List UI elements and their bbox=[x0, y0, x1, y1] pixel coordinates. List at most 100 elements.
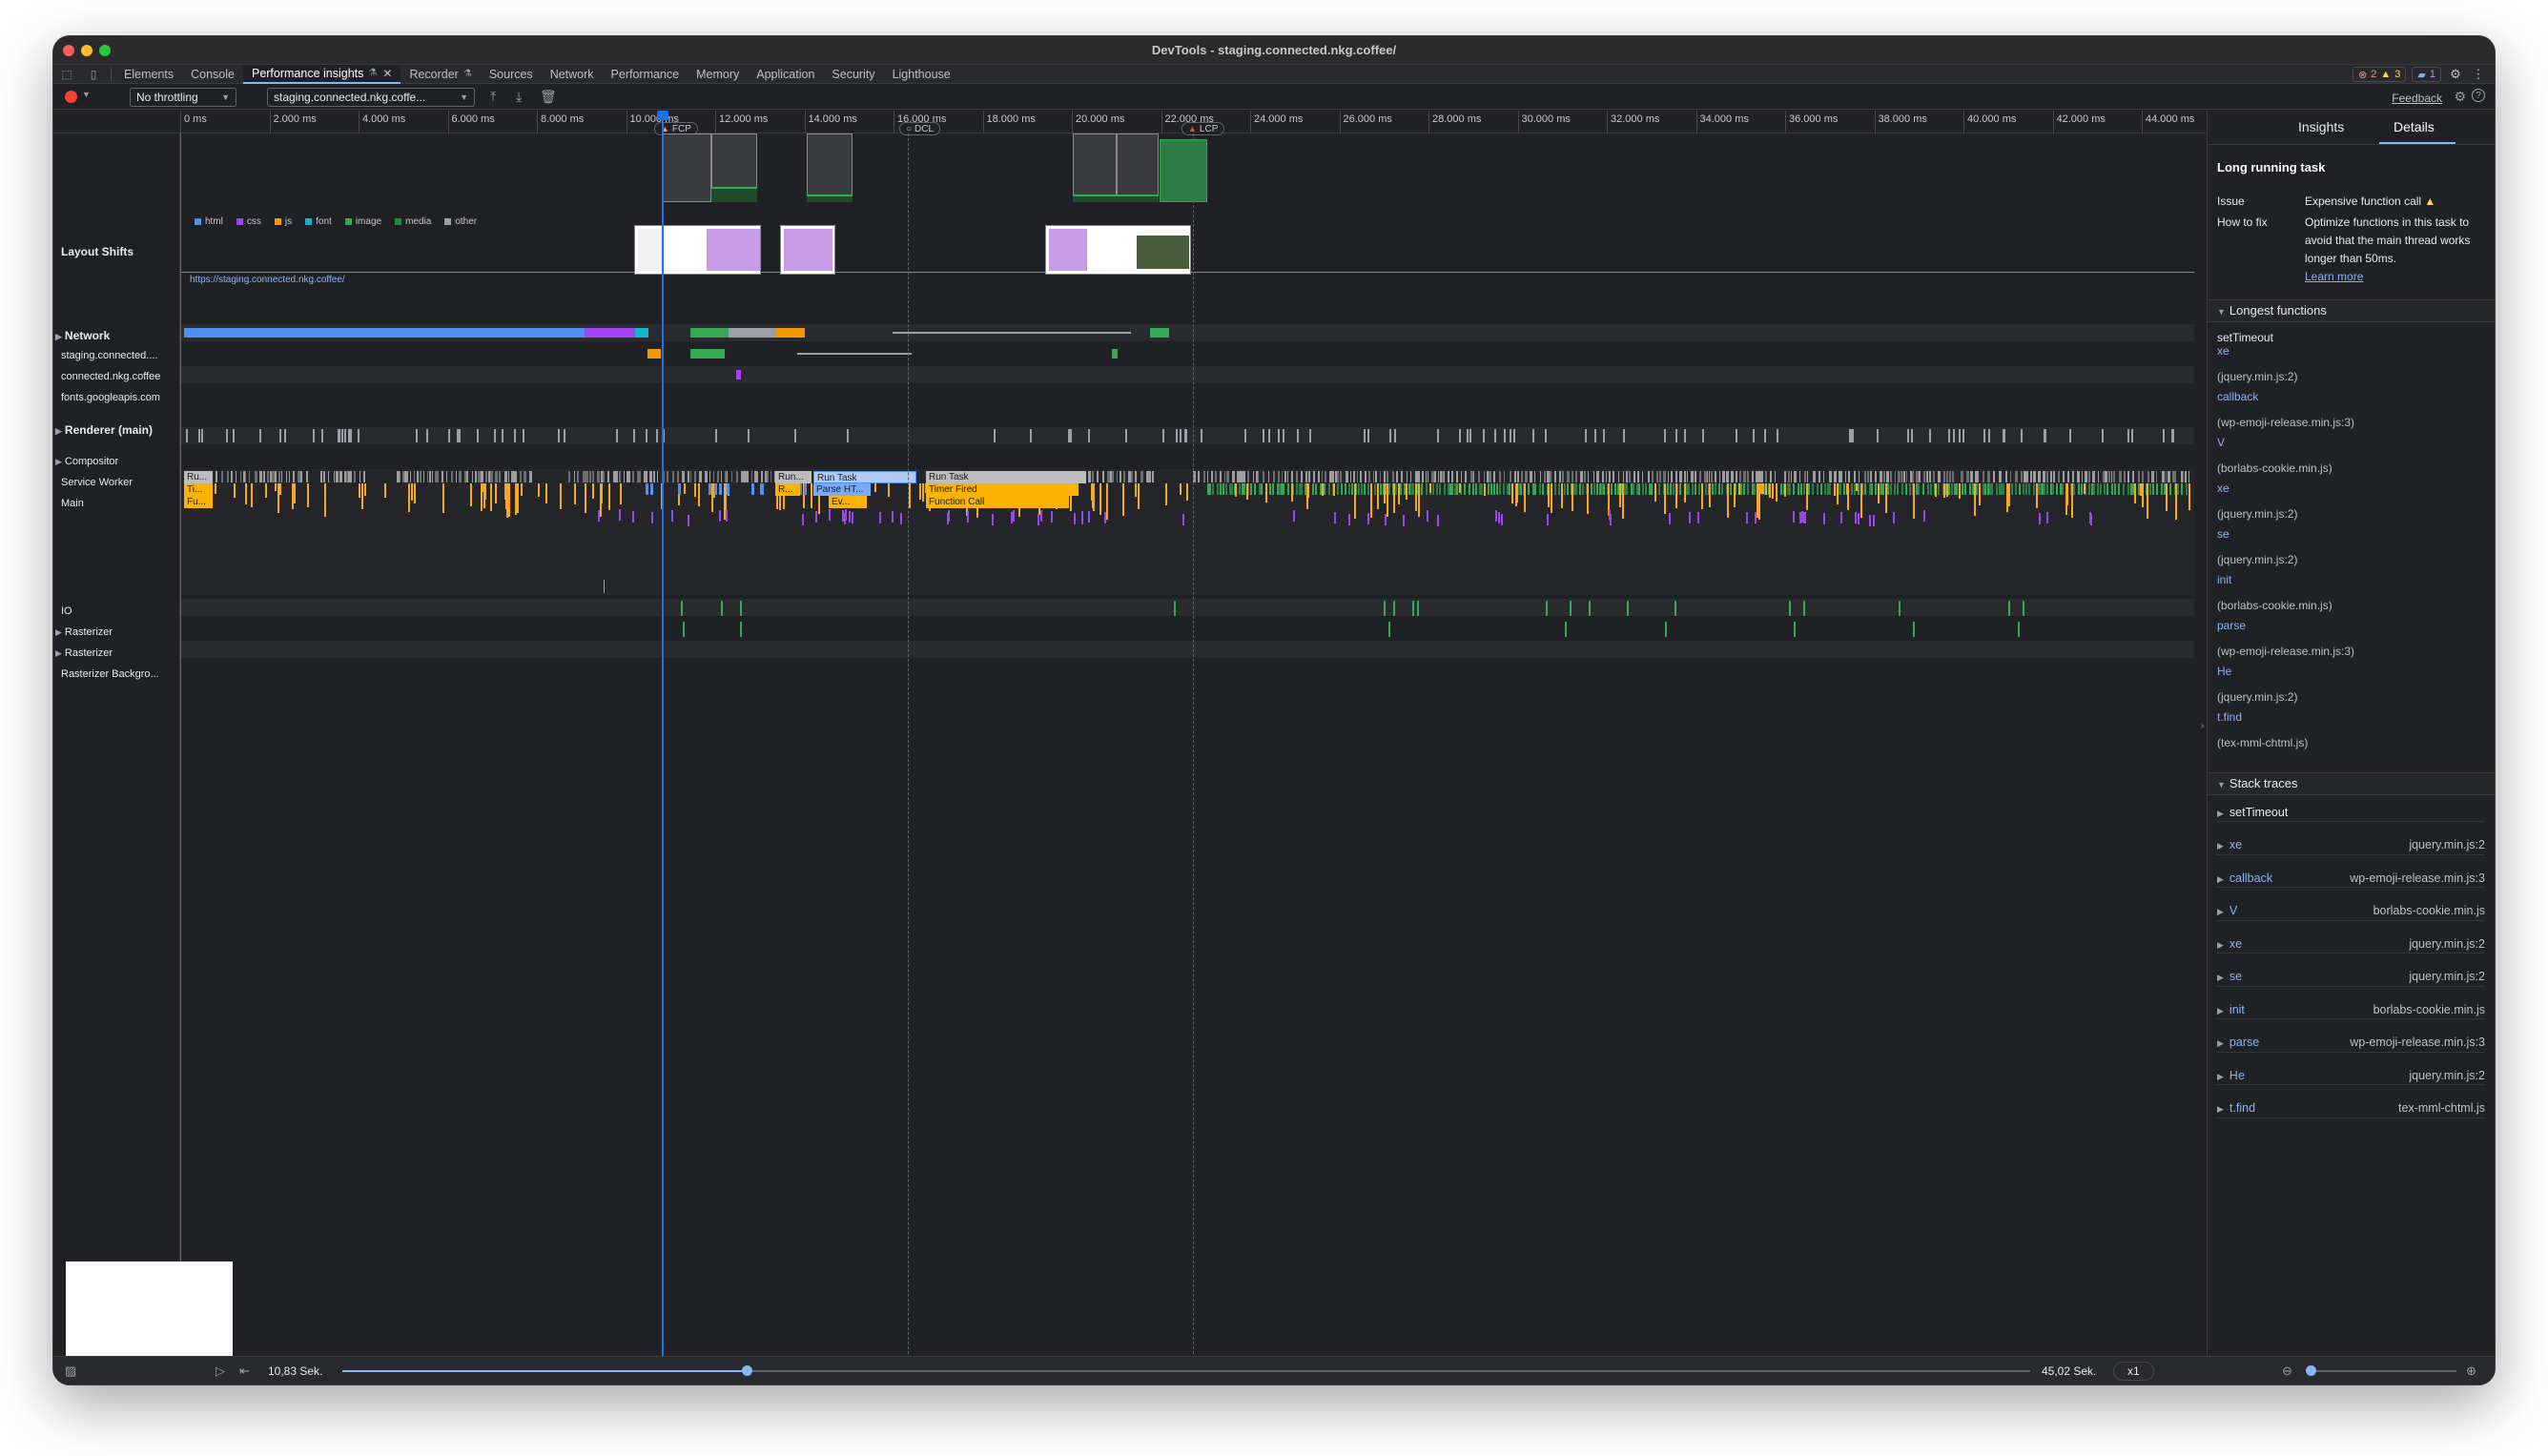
main-event-script[interactable] bbox=[2188, 483, 2190, 510]
main-event-layout[interactable] bbox=[1547, 514, 1549, 525]
layout-shift-bar[interactable] bbox=[1073, 195, 1159, 202]
main-event-run-task[interactable] bbox=[1357, 471, 1358, 482]
main-event-paint[interactable] bbox=[1754, 483, 1756, 495]
main-event-layout[interactable] bbox=[1437, 515, 1439, 526]
network-request-css[interactable] bbox=[736, 370, 741, 379]
rasterizer-event[interactable] bbox=[1384, 601, 1386, 616]
main-event-run-task[interactable] bbox=[429, 471, 431, 482]
compositor-event[interactable] bbox=[1929, 429, 1931, 442]
main-event-run-task[interactable] bbox=[1668, 471, 1669, 482]
compositor-event[interactable] bbox=[1394, 429, 1396, 442]
main-event-run-task[interactable] bbox=[1679, 471, 1682, 482]
main-event-run-task[interactable] bbox=[423, 471, 424, 482]
main-event-layout[interactable] bbox=[815, 511, 817, 523]
zoom-in-icon[interactable]: ⊕ bbox=[2466, 1364, 2476, 1379]
main-event-run-task[interactable] bbox=[1422, 471, 1424, 482]
main-event-run-task[interactable] bbox=[1775, 471, 1776, 482]
main-event-run-task[interactable] bbox=[2119, 471, 2122, 482]
main-event-paint[interactable] bbox=[1558, 483, 1560, 495]
main-event-run-task[interactable] bbox=[1854, 471, 1856, 482]
issues-counter[interactable]: ⊗ 2 ▲ 3 bbox=[2353, 67, 2407, 82]
main-event-script[interactable] bbox=[1235, 483, 1237, 497]
zoom-slider-knob[interactable] bbox=[2306, 1365, 2316, 1376]
main-event-script[interactable] bbox=[1291, 483, 1293, 502]
compositor-event[interactable] bbox=[1675, 429, 1677, 442]
compositor-event[interactable] bbox=[1510, 429, 1511, 442]
main-event-paint[interactable] bbox=[1503, 483, 1505, 495]
device-toolbar-icon[interactable]: ▯ bbox=[80, 65, 107, 84]
main-event-run-task[interactable] bbox=[1675, 471, 1677, 482]
main-event-script[interactable] bbox=[484, 483, 486, 500]
main-event-paint[interactable] bbox=[1626, 483, 1628, 495]
compositor-event[interactable] bbox=[198, 429, 200, 442]
rasterizer-event[interactable] bbox=[1565, 622, 1567, 637]
main-event-run-task[interactable] bbox=[1368, 471, 1370, 482]
main-event-parse-html[interactable]: Parse HT... bbox=[813, 483, 871, 496]
main-event-run-task[interactable] bbox=[1504, 471, 1505, 482]
main-event-layout[interactable] bbox=[1293, 510, 1295, 522]
stack-trace-row[interactable]: ▶ xe jquery.min.js:2 bbox=[2217, 934, 2485, 954]
main-event-run-task[interactable] bbox=[1883, 471, 1885, 482]
main-event-run-task[interactable] bbox=[2162, 471, 2165, 482]
main-event-run-task[interactable] bbox=[1301, 471, 1303, 482]
main-event-paint[interactable] bbox=[2123, 483, 2125, 495]
main-event-paint[interactable] bbox=[1871, 483, 1873, 495]
main-event-paint[interactable] bbox=[1976, 483, 1978, 495]
main-event-script[interactable] bbox=[2006, 483, 2008, 512]
main-event-script[interactable] bbox=[1806, 483, 1808, 510]
main-event-script[interactable] bbox=[1135, 483, 1137, 497]
track-label-compositor[interactable]: ▶ Compositor bbox=[55, 456, 118, 467]
main-event-paint[interactable] bbox=[1509, 483, 1510, 495]
dcl-marker[interactable]: ○ DCL bbox=[899, 122, 941, 135]
main-event-script[interactable] bbox=[1772, 483, 1774, 499]
main-event-run-task[interactable] bbox=[1514, 471, 1516, 482]
main-event-run-task[interactable] bbox=[615, 471, 618, 482]
rasterizer-event[interactable] bbox=[1899, 601, 1901, 616]
main-event-run-task[interactable] bbox=[1743, 471, 1746, 482]
main-event-run-task[interactable] bbox=[1859, 471, 1860, 482]
main-event-script[interactable] bbox=[1622, 483, 1624, 519]
main-event-run-task[interactable] bbox=[1226, 471, 1229, 482]
main-event-run-task[interactable] bbox=[410, 471, 411, 482]
main-event-script[interactable] bbox=[1548, 483, 1550, 507]
main-event-layout[interactable] bbox=[1755, 512, 1757, 523]
main-event-layout[interactable] bbox=[1669, 513, 1671, 524]
main-event-script[interactable] bbox=[1246, 483, 1248, 500]
main-event-layout[interactable] bbox=[992, 514, 994, 525]
main-event-run-task[interactable] bbox=[1870, 471, 1872, 482]
capture-settings-gear-icon[interactable]: ⚙ bbox=[2454, 89, 2466, 105]
main-event-paint[interactable] bbox=[1740, 483, 1742, 495]
stack-traces-header[interactable]: ▼ Stack traces bbox=[2208, 772, 2495, 795]
main-event-script[interactable] bbox=[294, 483, 296, 503]
main-event-run-task[interactable] bbox=[1325, 471, 1326, 482]
main-event-run-task[interactable] bbox=[459, 471, 462, 482]
function-name[interactable]: t.find bbox=[2217, 709, 2242, 725]
main-event-run-task[interactable] bbox=[2053, 471, 2055, 482]
main-event-run-task[interactable] bbox=[1448, 471, 1449, 482]
main-event-script[interactable] bbox=[1099, 483, 1101, 515]
main-event-paint[interactable] bbox=[1490, 483, 1492, 495]
rasterizer-event[interactable] bbox=[1417, 601, 1419, 616]
main-event-run-task[interactable] bbox=[1848, 471, 1850, 482]
main-event-layout[interactable] bbox=[1746, 512, 1748, 523]
main-event-script[interactable] bbox=[1429, 483, 1431, 493]
main-event-paint[interactable] bbox=[1575, 483, 1577, 495]
main-event-run-task[interactable] bbox=[705, 471, 708, 482]
main-event-run-task[interactable] bbox=[2088, 471, 2090, 482]
compositor-event[interactable] bbox=[284, 429, 286, 442]
main-event-run-task[interactable] bbox=[1473, 471, 1474, 482]
main-event-run-task[interactable] bbox=[1747, 471, 1749, 482]
main-event-run-task[interactable] bbox=[1819, 471, 1820, 482]
main-event-paint[interactable] bbox=[2106, 483, 2108, 495]
main-event-paint[interactable] bbox=[1969, 483, 1971, 495]
sidebar-tab-details[interactable]: Details bbox=[2394, 119, 2435, 134]
compositor-event[interactable] bbox=[1030, 429, 1032, 442]
main-event-run-task[interactable] bbox=[2166, 471, 2167, 482]
main-event-paint[interactable] bbox=[1269, 483, 1271, 495]
main-event-run-task[interactable] bbox=[2175, 471, 2176, 482]
main-event-run-task[interactable] bbox=[289, 471, 290, 482]
main-event-function[interactable]: Fu... bbox=[184, 496, 213, 508]
main-event-run-task[interactable] bbox=[1895, 471, 1896, 482]
main-event-paint[interactable] bbox=[1642, 483, 1644, 495]
main-event-paint[interactable] bbox=[1817, 483, 1819, 495]
